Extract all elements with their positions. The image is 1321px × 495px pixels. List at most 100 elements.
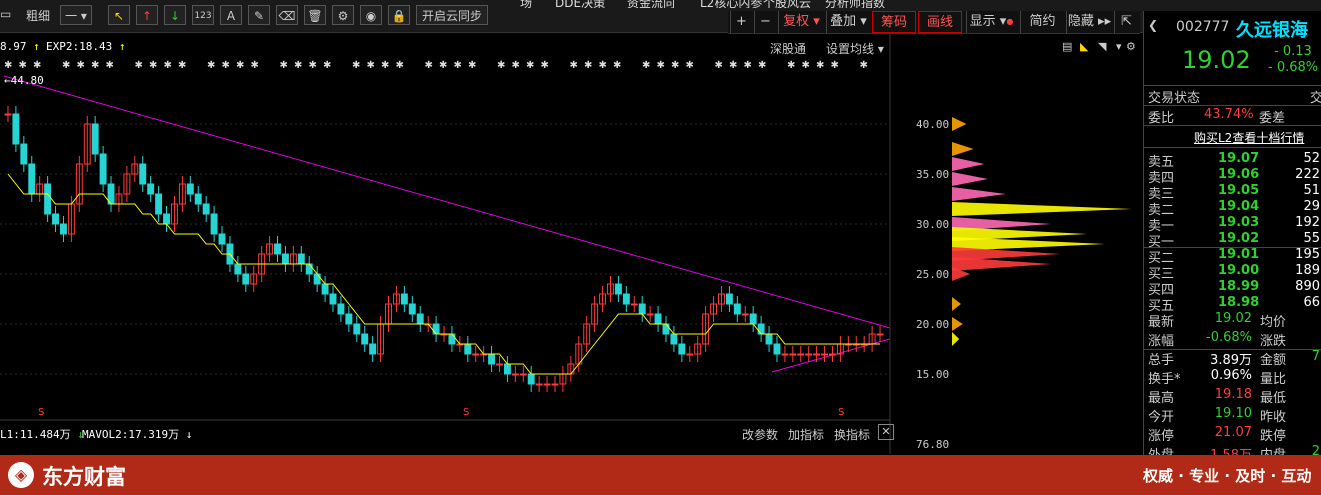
s-marker[interactable]: S: [838, 407, 844, 418]
stat-value: 19.10: [1214, 406, 1252, 421]
line-style-dropdown[interactable]: 一 ▾: [60, 5, 92, 25]
cloud-sync-button[interactable]: 开启云同步: [416, 5, 488, 25]
number-tool-icon[interactable]: 123: [192, 5, 214, 25]
event-star: ✱: [860, 60, 868, 71]
eye-icon[interactable]: ◉: [360, 5, 382, 25]
gear-icon[interactable]: ⚙: [332, 5, 354, 25]
change-params-button[interactable]: 改参数: [742, 426, 778, 443]
chips-button[interactable]: 筹码: [872, 11, 916, 33]
gear-icon[interactable]: ⚙: [1126, 40, 1136, 53]
candle-body: [686, 353, 694, 356]
stat-label: 涨停: [1148, 429, 1175, 444]
add-indicator-button[interactable]: 加指标: [788, 426, 824, 443]
candle-body: [448, 333, 456, 345]
hide-button[interactable]: 隐藏 ▸▸: [1066, 11, 1112, 33]
chip-fill-icon[interactable]: ◣: [1080, 40, 1088, 53]
mavol2-value: MAVOL2:17.319万 ↓: [82, 428, 193, 441]
stock-name: 久远银海: [1236, 20, 1308, 41]
shengutong-link[interactable]: 深股通: [770, 40, 806, 57]
order-volume: 66: [1303, 295, 1320, 310]
s-marker[interactable]: S: [463, 407, 469, 418]
order-book-row[interactable]: 卖三 19.05 51: [1144, 183, 1321, 202]
trash-icon[interactable]: 🗑: [304, 5, 326, 25]
event-star: ✱: [454, 60, 462, 71]
stock-header: ❮ 002777 久远银海: [1144, 16, 1321, 42]
menu-item[interactable]: DDE决策: [555, 0, 605, 8]
order-book-row[interactable]: 卖一 19.03 192: [1144, 215, 1321, 234]
order-book-row[interactable]: 买五 18.98 66: [1144, 295, 1321, 314]
candle-body: [337, 303, 345, 315]
candle-body: [638, 303, 646, 315]
candle-body: [519, 373, 527, 376]
line-type-selector[interactable]: 粗细: [26, 7, 50, 24]
candle-body: [408, 303, 416, 315]
event-star: ✱: [323, 60, 331, 71]
menu-item[interactable]: L2核心内参: [700, 0, 762, 8]
candle-body: [472, 353, 480, 356]
text-tool-icon[interactable]: A: [220, 5, 242, 25]
candle-body: [488, 353, 496, 365]
ma-settings-dropdown[interactable]: 设置均线 ▾: [826, 40, 884, 57]
order-book-row[interactable]: 买一 19.02 55: [1144, 231, 1321, 250]
candle-body: [551, 383, 559, 386]
price-tick-label: 15.00: [916, 368, 949, 381]
cursor-tool-icon[interactable]: ↖: [108, 5, 130, 25]
candle-body: [622, 293, 630, 305]
stat-value: -0.68%: [1206, 330, 1252, 345]
l2-upgrade-link[interactable]: 购买L2查看十档行情: [1194, 129, 1304, 146]
menu-item[interactable]: 个股风云: [763, 0, 811, 8]
event-star: ✱: [425, 60, 433, 71]
order-volume: 222: [1295, 167, 1320, 182]
chip-mode-icon[interactable]: ▤: [1062, 40, 1072, 53]
candle-body: [353, 323, 361, 335]
candle-body: [535, 383, 543, 386]
exp2-value: EXP2:18.43 ↑: [46, 40, 126, 53]
quote-panel: ❮ 002777 久远银海 19.02 - 0.13 - 0.68% 交易状态 …: [1143, 11, 1321, 463]
pen-tool-icon[interactable]: ✎: [248, 5, 270, 25]
order-volume: 890: [1295, 279, 1320, 294]
order-price: 19.00: [1218, 263, 1260, 278]
order-book-row[interactable]: 买四 18.99 890: [1144, 279, 1321, 298]
overlay-dropdown[interactable]: 叠加 ▾: [826, 11, 870, 33]
arrow-up-tool-icon[interactable]: ↑: [136, 5, 158, 25]
switch-indicator-button[interactable]: 换指标: [834, 426, 870, 443]
s-marker[interactable]: S: [38, 407, 44, 418]
adjust-dropdown[interactable]: 复权 ▾: [778, 11, 824, 33]
order-book-row[interactable]: 买二 19.01 195: [1144, 247, 1321, 266]
order-volume: 195: [1295, 247, 1320, 262]
menu-item[interactable]: 场: [520, 0, 532, 8]
candle-body: [281, 253, 289, 265]
candle-body: [242, 273, 250, 285]
candle-body: [313, 273, 321, 285]
event-star: ✱: [352, 60, 360, 71]
candle-body: [305, 263, 313, 275]
eraser-tool-icon[interactable]: ⌫: [276, 5, 298, 25]
event-star: ✱: [62, 60, 70, 71]
menu-item[interactable]: 资金流向: [627, 0, 675, 8]
drawing-button[interactable]: 画线: [918, 11, 962, 33]
simple-mode-button[interactable]: 简约: [1020, 11, 1064, 33]
arrow-down-tool-icon[interactable]: ↓: [164, 5, 186, 25]
order-book-row[interactable]: 卖五 19.07 52: [1144, 151, 1321, 170]
close-icon[interactable]: ✕: [878, 424, 894, 440]
event-star: ✱: [236, 60, 244, 71]
order-book-row[interactable]: 卖二 19.04 29: [1144, 199, 1321, 218]
event-star: ✱: [497, 60, 505, 71]
order-price: 19.01: [1218, 247, 1260, 262]
order-book-row[interactable]: 卖四 19.06 222: [1144, 167, 1321, 186]
event-star: ✱: [396, 60, 404, 71]
chip-dropdown-icon[interactable]: ▾: [1116, 40, 1122, 53]
chip-arrow-icon[interactable]: ◥: [1098, 40, 1106, 53]
quote-stat-row: 最新 19.02 均价: [1144, 311, 1321, 330]
menu-item[interactable]: 分析师指数: [825, 0, 885, 8]
zoom-out-button[interactable]: −: [754, 11, 776, 33]
zoom-in-button[interactable]: +: [730, 11, 752, 33]
order-book-row[interactable]: 买三 19.00 189: [1144, 263, 1321, 282]
candle-body: [733, 303, 741, 315]
kline-chart[interactable]: 40.00 35.00 30.00 25.00 20.00 15.00 ✱ ✱ ✱ ✱ ✱ ✱ ✱ ✱ ✱…: [0, 34, 1143, 454]
collapse-arrow-icon[interactable]: ❮: [1148, 18, 1158, 32]
lock-icon[interactable]: 🔒: [388, 5, 410, 25]
collapse-panel-icon[interactable]: ⇱: [1114, 11, 1138, 33]
candle-body: [329, 293, 337, 305]
display-dropdown[interactable]: 显示 ▾●: [966, 11, 1016, 33]
